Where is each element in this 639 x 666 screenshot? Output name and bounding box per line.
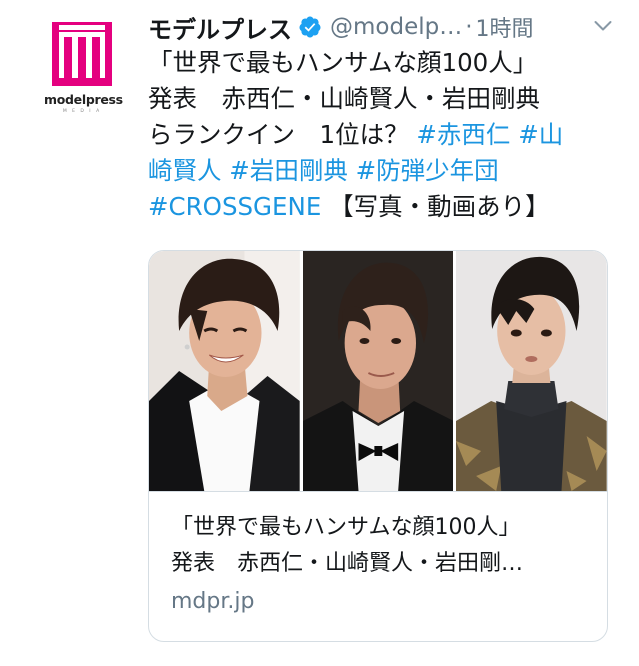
card-photos[interactable] — [149, 251, 607, 491]
tweet-text-segment: 【写真・動画あり】 — [321, 192, 550, 221]
hashtag-link[interactable]: #山 — [518, 120, 563, 149]
card-photo-1 — [149, 251, 300, 491]
card-title: 「世界で最もハンサムな顔100人」 発表 赤西仁・山崎賢人・岩田剛… — [171, 510, 591, 582]
card-photo-3 — [456, 251, 607, 491]
card-body[interactable]: 「世界で最もハンサムな顔100人」 発表 赤西仁・山崎賢人・岩田剛… mdpr.… — [149, 491, 607, 641]
handle[interactable]: @modelp… — [330, 14, 462, 40]
separator-dot: · — [465, 14, 473, 40]
card-title-line-1: 「世界で最もハンサムな顔100人」 — [171, 515, 521, 540]
hashtag-link[interactable]: #赤西仁 — [416, 120, 510, 149]
card-domain: mdpr.jp — [171, 589, 255, 614]
tweet-text-line: 発表 赤西仁・山崎賢人・岩田剛典 — [148, 81, 618, 117]
tweet-text-segment: らランクイン 1位は？ — [148, 120, 417, 149]
card-title-line-2: 発表 赤西仁・山崎賢人・岩田剛… — [171, 551, 524, 576]
tweet-text-line: 「世界で最もハンサムな顔100人」 — [148, 45, 618, 81]
chevron-down-icon[interactable] — [594, 20, 612, 32]
timestamp[interactable]: 1時間 — [476, 11, 534, 43]
hashtag-link[interactable]: 崎賢人 — [148, 156, 222, 185]
tweet[interactable]: modelpress M E D I A モデルプレス @modelp… · 1… — [0, 0, 639, 666]
tweet-text-line: らランクイン 1位は？ #赤西仁 #山 — [148, 117, 618, 153]
hashtag-link[interactable]: #岩田剛典 — [229, 156, 348, 185]
person-3-photo — [456, 251, 607, 491]
person-1-photo — [149, 251, 300, 491]
hashtag-link[interactable]: #CROSSGENE — [148, 192, 321, 221]
modelpress-logo-icon — [52, 22, 112, 86]
tweet-text: 「世界で最もハンサムな顔100人」 発表 赤西仁・山崎賢人・岩田剛典 らランクイン … — [148, 45, 618, 225]
tweet-text-segment — [348, 156, 356, 185]
tweet-text-segment: 「世界で最もハンサムな顔100人」 — [148, 48, 538, 77]
tweet-text-segment: 発表 赤西仁・山崎賢人・岩田剛典 — [148, 84, 540, 113]
tweet-text-line: #CROSSGENE 【写真・動画あり】 — [148, 189, 618, 225]
tweet-header: モデルプレス @modelp… · 1時間 — [148, 8, 618, 46]
avatar-sub-text: M E D I A — [62, 109, 102, 114]
display-name[interactable]: モデルプレス — [148, 10, 292, 45]
person-2-photo — [302, 251, 454, 491]
verified-badge-icon — [299, 16, 321, 38]
link-card[interactable]: 「世界で最もハンサムな顔100人」 発表 赤西仁・山崎賢人・岩田剛… mdpr.… — [148, 250, 608, 642]
avatar-brand-text: modelpress — [44, 92, 123, 107]
card-photo-2 — [302, 251, 454, 491]
avatar[interactable]: modelpress M E D I A — [44, 22, 123, 126]
hashtag-link[interactable]: #防弾少年団 — [356, 156, 499, 185]
tweet-text-line: 崎賢人 #岩田剛典 #防弾少年団 — [148, 153, 618, 189]
